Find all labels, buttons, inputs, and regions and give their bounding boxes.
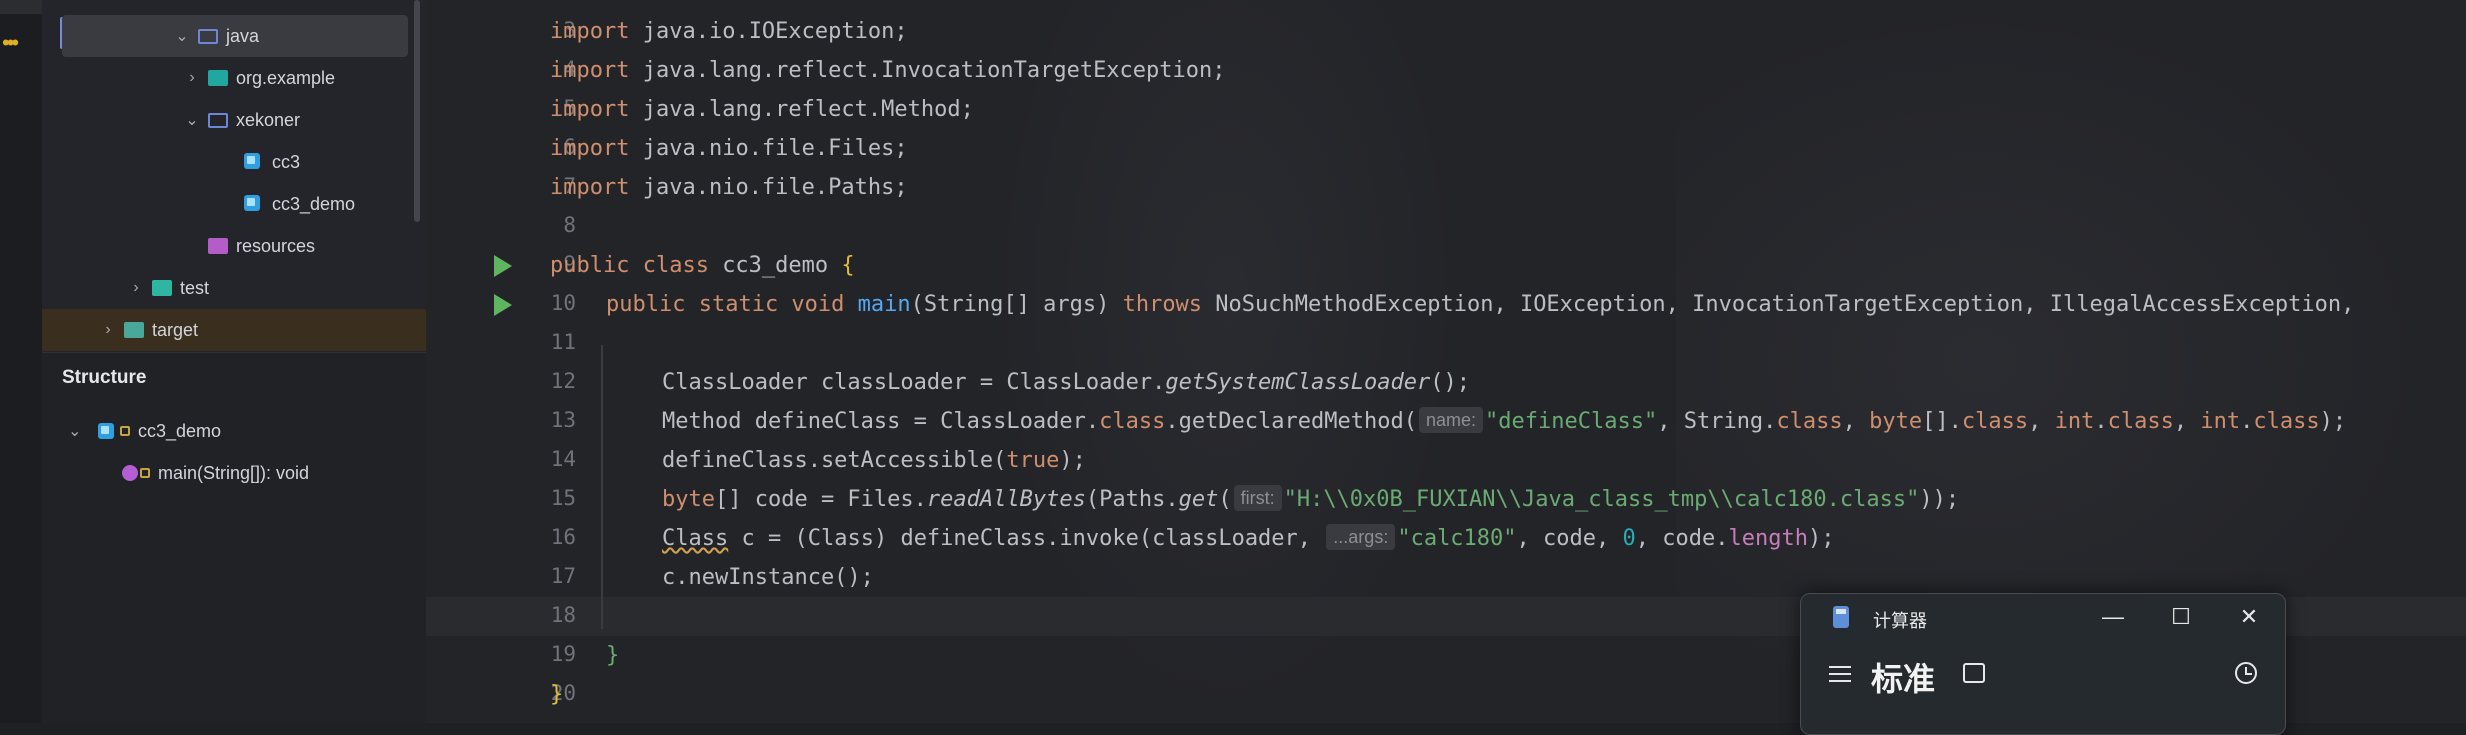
tree-item-label: test xyxy=(180,277,210,298)
line-number: 15 xyxy=(550,486,576,510)
calculator-titlebar[interactable]: 计算器 — ☐ ✕ xyxy=(1801,594,2285,640)
package-icon xyxy=(208,111,228,129)
calculator-window[interactable]: 计算器 — ☐ ✕ 标准 xyxy=(1800,593,2286,735)
source-folder-icon xyxy=(198,27,218,45)
lock-icon xyxy=(120,426,130,436)
menu-icon[interactable] xyxy=(1829,666,1851,682)
tree-item-label: target xyxy=(152,319,199,340)
tree-item-label: org.example xyxy=(236,67,336,88)
code-line-20: } xyxy=(550,682,564,707)
maximize-button[interactable]: ☐ xyxy=(2161,600,2201,634)
chevron-down-icon[interactable]: ⌄ xyxy=(182,110,202,130)
structure-item-class[interactable]: ⌄ cc3_demo xyxy=(68,411,221,451)
excluded-folder-icon xyxy=(124,321,144,339)
resources-folder-icon xyxy=(208,237,228,255)
structure-panel: Structure ⌄ cc3_demo main(String[]): voi… xyxy=(42,352,426,724)
tool-window-strip: ••• xyxy=(0,0,43,723)
tree-item-cc3-demo[interactable]: cc3_demo xyxy=(42,183,408,225)
code-line-16: Class c = (Class) defineClass.invoke(cla… xyxy=(662,524,1835,551)
test-folder-icon xyxy=(152,279,172,297)
code-line-19: } xyxy=(606,643,620,668)
tree-item-org-example[interactable]: › org.example xyxy=(42,57,408,99)
calculator-mode: 标准 xyxy=(1871,661,1936,697)
class-icon xyxy=(98,423,114,439)
line-number: 16 xyxy=(550,525,576,549)
line-number: 14 xyxy=(550,447,576,471)
calculator-icon xyxy=(1833,606,1849,628)
package-icon xyxy=(208,69,228,87)
code-line-14: defineClass.setAccessible(true); xyxy=(662,448,1086,473)
line-number: 18 xyxy=(550,603,576,627)
indent-guide xyxy=(601,345,603,629)
structure-item-method[interactable]: main(String[]): void xyxy=(120,453,309,493)
class-icon xyxy=(244,153,264,171)
history-icon[interactable] xyxy=(2235,662,2257,684)
chevron-down-icon[interactable]: ⌄ xyxy=(172,26,192,46)
tree-item-label: cc3 xyxy=(272,151,301,172)
tool-window-button[interactable] xyxy=(0,0,42,14)
chevron-right-icon[interactable]: › xyxy=(126,279,146,297)
calculator-title: 计算器 xyxy=(1873,611,1927,631)
minimize-button[interactable]: — xyxy=(2093,600,2133,634)
code-line-4: import java.lang.reflect.InvocationTarge… xyxy=(550,58,1226,83)
line-number: 19 xyxy=(550,642,576,666)
code-line-10: public static void main(String[] args) t… xyxy=(606,292,2355,317)
lock-icon xyxy=(140,468,150,478)
tree-item-test[interactable]: › test xyxy=(42,267,408,309)
code-line-9: public class cc3_demo { xyxy=(550,253,855,278)
chevron-down-icon[interactable]: ⌄ xyxy=(68,421,90,441)
param-hint: ...args: xyxy=(1326,524,1396,550)
class-icon xyxy=(244,195,264,213)
line-number: 10 xyxy=(550,291,576,315)
tree-item-java[interactable]: ⌄ java xyxy=(62,15,408,57)
project-scrollbar[interactable] xyxy=(414,0,420,222)
tree-item-cc3[interactable]: cc3 xyxy=(42,141,408,183)
code-line-15: byte[] code = Files.readAllBytes(Paths.g… xyxy=(662,485,1960,512)
method-icon xyxy=(122,465,138,481)
project-panel: ⌄ java › org.example ⌄ xekoner cc3 cc3_d… xyxy=(42,0,426,352)
code-line-17: c.newInstance(); xyxy=(662,565,874,590)
run-class-icon[interactable] xyxy=(494,255,512,277)
tree-item-label: resources xyxy=(236,235,316,256)
tree-item-target[interactable]: › target xyxy=(42,309,426,351)
line-number: 12 xyxy=(550,369,576,393)
chevron-right-icon[interactable]: › xyxy=(98,321,118,339)
tree-item-xekoner[interactable]: ⌄ xekoner xyxy=(42,99,408,141)
tree-item-label: xekoner xyxy=(236,109,301,130)
param-hint: name: xyxy=(1419,407,1484,433)
line-number: 13 xyxy=(550,408,576,432)
run-main-icon[interactable] xyxy=(494,294,512,316)
code-line-3: import java.io.IOException; xyxy=(550,19,908,44)
structure-item-label: main(String[]): void xyxy=(158,462,310,483)
line-number: 11 xyxy=(550,330,576,354)
code-line-12: ClassLoader classLoader = ClassLoader.ge… xyxy=(662,370,1470,395)
tree-item-resources[interactable]: resources xyxy=(42,225,408,267)
close-button[interactable]: ✕ xyxy=(2229,600,2269,634)
param-hint: first: xyxy=(1233,485,1282,511)
line-number: 17 xyxy=(550,564,576,588)
tree-item-label: cc3_demo xyxy=(272,193,356,214)
line-number: 8 xyxy=(563,213,576,237)
more-icon[interactable]: ••• xyxy=(2,32,19,54)
code-line-6: import java.nio.file.Files; xyxy=(550,136,908,161)
tree-item-label: java xyxy=(226,25,260,46)
code-line-7: import java.nio.file.Paths; xyxy=(550,175,908,200)
code-line-5: import java.lang.reflect.Method; xyxy=(550,97,974,122)
chevron-right-icon[interactable]: › xyxy=(182,69,202,87)
code-line-13: Method defineClass = ClassLoader.class.g… xyxy=(662,407,2347,434)
keep-on-top-icon[interactable] xyxy=(1963,663,1985,683)
structure-title: Structure xyxy=(62,367,147,388)
line-number-gutter: 3 4 5 6 7 8 9 10 11 12 13 14 15 16 17 18… xyxy=(426,0,576,723)
structure-item-label: cc3_demo xyxy=(138,420,222,441)
